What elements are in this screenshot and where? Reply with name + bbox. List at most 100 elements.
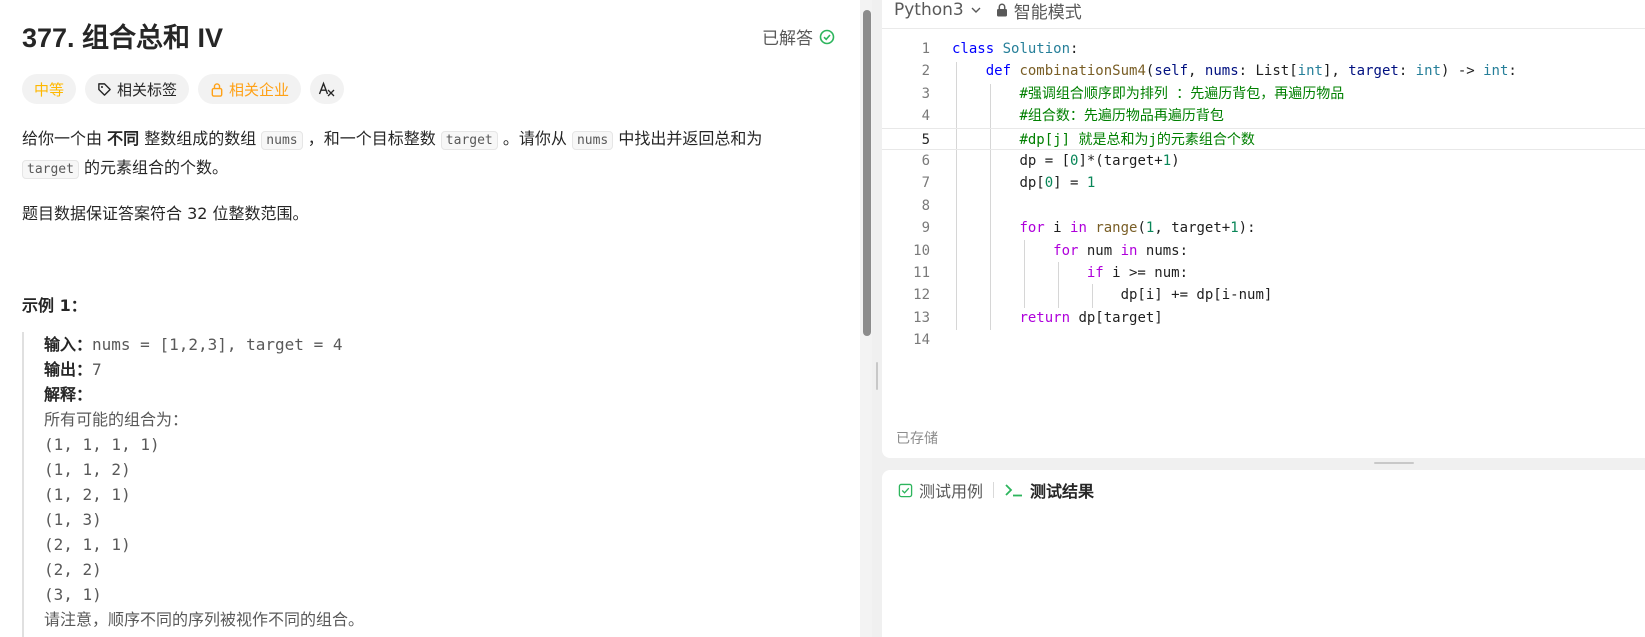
problem-panel: 377. 组合总和 IV 已解答 中等 相关标签 相关企业 给你一个由 不同 整… xyxy=(0,0,860,637)
code-line: 2 def combinationSum4(self, nums: List[i… xyxy=(882,60,1645,82)
example-title: 示例 1： xyxy=(22,296,87,315)
code-line: 4 #组合数：先遍历物品再遍历背包 xyxy=(882,105,1645,127)
explain-line: (1, 1, 2) xyxy=(44,460,131,479)
scrollbar-thumb[interactable] xyxy=(863,10,871,336)
line-number: 8 xyxy=(921,197,930,214)
companies-tag[interactable]: 相关企业 xyxy=(198,74,302,104)
desc-text: ，和一个目标整数 xyxy=(302,129,441,148)
description-paragraph: 给你一个由 不同 整数组成的数组 nums ，和一个目标整数 target 。请… xyxy=(22,125,822,183)
explain-line: (1, 3) xyxy=(44,510,102,529)
desc-text: 中找出并返回总和为 xyxy=(613,129,763,148)
line-number: 11 xyxy=(913,264,930,281)
code-line: 12 dp[i] += dp[i-num] xyxy=(882,284,1645,306)
code-line-active: 5 #dp[j] 就是总和为j的元素组合个数 xyxy=(882,127,1645,150)
code-text: dp[0] = 1 xyxy=(1019,175,1096,192)
code-line: 13 return dp[target] xyxy=(882,307,1645,329)
mode-label: 智能模式 xyxy=(1013,2,1082,23)
line-number: 14 xyxy=(913,332,930,349)
line-number: 4 xyxy=(921,108,930,125)
checkbox-icon xyxy=(898,483,913,497)
code-line: 8 xyxy=(882,195,1645,217)
tab-results-label: 测试结果 xyxy=(1030,482,1095,501)
code-line: 14 xyxy=(882,329,1645,351)
desc-text: 的元素组合的个数。 xyxy=(78,158,229,177)
line-number: 6 xyxy=(921,152,930,169)
difficulty-label: 中等 xyxy=(34,80,65,99)
tag-icon xyxy=(98,82,111,96)
tab-testcases-label: 测试用例 xyxy=(919,482,984,501)
code-line: 3 #强调组合顺序即为排列 ：先遍历背包，再遍历物品 xyxy=(882,83,1645,105)
input-value: nums = [1,2,3], target = 4 xyxy=(92,335,343,354)
line-number: 1 xyxy=(921,41,930,57)
code-line: 11 if i >= num: xyxy=(882,262,1645,284)
companies-label: 相关企业 xyxy=(229,80,290,99)
explain-line: (1, 1, 1, 1) xyxy=(44,435,160,454)
tab-testcases[interactable]: 测试用例 xyxy=(898,478,983,502)
line-number: 10 xyxy=(913,242,930,259)
input-label: 输入： xyxy=(44,335,93,354)
editor-divider xyxy=(882,28,1645,29)
line-number: 9 xyxy=(921,220,930,237)
check-circle-icon xyxy=(819,29,835,44)
lock-icon xyxy=(211,82,223,97)
line-number: 12 xyxy=(913,287,930,304)
output-value: 7 xyxy=(92,360,102,379)
code-line: 1 class Solution: xyxy=(882,38,1645,60)
line-number: 13 xyxy=(913,309,930,326)
chevron-down-icon xyxy=(971,7,981,13)
example-input: 输入：nums = [1,2,3], target = 4 xyxy=(44,332,860,357)
line-number: 7 xyxy=(921,175,930,192)
output-label: 输出： xyxy=(44,360,93,379)
inline-code: target xyxy=(22,160,79,179)
lock-icon xyxy=(996,3,1007,17)
explain-line: (3, 1) xyxy=(44,585,102,604)
line-number: 3 xyxy=(921,85,930,102)
code-line: 7 dp[0] = 1 xyxy=(882,172,1645,194)
code-text: dp[i] += dp[i-num] xyxy=(1120,287,1273,304)
tag-row: 中等 相关标签 相关企业 xyxy=(22,74,345,104)
code-text: return dp[target] xyxy=(1019,309,1163,326)
code-line: 9 for i in range(1, target+1): xyxy=(882,217,1645,239)
desc-bold: 不同 xyxy=(107,129,140,148)
explain-line: (2, 1, 1) xyxy=(44,535,131,554)
line-number: 2 xyxy=(921,63,930,80)
example-output: 输出：7 xyxy=(44,357,860,382)
explain-line: 请注意，顺序不同的序列被视作不同的组合。 xyxy=(44,610,365,629)
smart-mode-toggle[interactable]: 智能模式 xyxy=(996,0,1082,23)
code-text: if i >= num: xyxy=(1086,264,1189,281)
line-number: 5 xyxy=(921,131,930,148)
description-scrollbar[interactable] xyxy=(860,0,872,637)
terminal-icon xyxy=(1005,484,1023,497)
tab-divider xyxy=(993,482,995,498)
code-line: 10 for num in nums: xyxy=(882,240,1645,262)
code-text: dp = [0]*(target+1) xyxy=(1019,152,1180,169)
code-text: #dp[j] 就是总和为j的元素组合个数 xyxy=(1019,131,1255,148)
example-block: 输入：nums = [1,2,3], target = 4 输出：7 解释： 所… xyxy=(22,332,860,637)
language-label: Python3 xyxy=(894,0,964,20)
splitter-grip[interactable] xyxy=(1374,462,1414,464)
tab-results[interactable]: 测试结果 xyxy=(1004,478,1094,502)
solved-label: 已解答 xyxy=(762,29,813,49)
language-select[interactable]: Python3 xyxy=(894,0,982,20)
code-line: 6 dp = [0]*(target+1) xyxy=(882,150,1645,172)
desc-text: 整数组成的数组 xyxy=(139,129,262,148)
code-area[interactable]: 1 class Solution: 2 def combinationSum4(s… xyxy=(882,38,1645,351)
desc-text: 给你一个由 xyxy=(22,129,108,148)
solved-status: 已解答 xyxy=(762,24,835,49)
translate-button[interactable] xyxy=(310,74,345,104)
saved-status: 已存储 xyxy=(896,431,938,447)
code-text: #组合数：先遍历物品再遍历背包 xyxy=(1019,108,1224,125)
splitter-grip[interactable] xyxy=(876,362,878,390)
difficulty-tag[interactable]: 中等 xyxy=(22,74,77,104)
vertical-splitter[interactable] xyxy=(872,0,882,637)
inline-code: nums xyxy=(261,131,303,150)
horizontal-splitter[interactable] xyxy=(882,458,1645,470)
topics-tag[interactable]: 相关标签 xyxy=(85,74,190,104)
console-tabs: 测试用例 测试结果 xyxy=(898,478,1094,502)
inline-code: target xyxy=(440,131,498,150)
topics-label: 相关标签 xyxy=(117,80,178,99)
code-editor: Python3 智能模式 1 class Solution: 2 def comb… xyxy=(882,0,1645,458)
explain-label: 解释： xyxy=(44,385,93,404)
problem-description: 给你一个由 不同 整数组成的数组 nums ，和一个目标整数 target 。请… xyxy=(22,125,822,244)
code-text: class Solution: xyxy=(952,41,1079,57)
